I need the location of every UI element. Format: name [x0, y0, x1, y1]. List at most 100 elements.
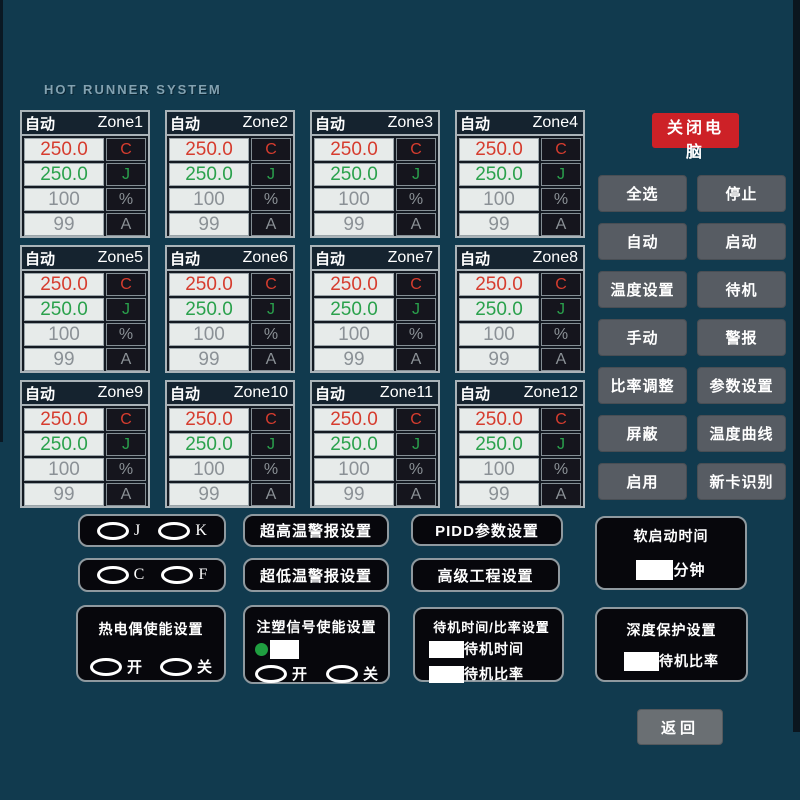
- zone-unit: J: [396, 163, 436, 186]
- back-button[interactable]: 返回: [637, 709, 723, 745]
- pidd-params-button[interactable]: PIDD参数设置: [411, 514, 563, 546]
- enable-button[interactable]: 启用: [598, 463, 687, 500]
- unit-c-label: C: [134, 566, 145, 584]
- injection-input[interactable]: [270, 640, 299, 659]
- zone-mode: 自动: [460, 113, 490, 134]
- zone-unit: %: [251, 323, 291, 346]
- temp-curve-button[interactable]: 温度曲线: [697, 415, 786, 452]
- zone-row: 100%: [169, 323, 291, 346]
- advanced-settings-button[interactable]: 高级工程设置: [411, 558, 560, 592]
- zone-unit: C: [396, 408, 436, 431]
- start-button[interactable]: 启动: [697, 223, 786, 260]
- zone-value: 100: [169, 323, 249, 346]
- zone-panel-zone10[interactable]: 自动Zone10250.0C250.0J100%99A: [165, 380, 295, 508]
- zone-value: 100: [314, 458, 394, 481]
- radio-oval-tc-on[interactable]: [90, 658, 122, 676]
- zone-row: 250.0J: [459, 433, 581, 456]
- depth-standby-ratio-input[interactable]: [624, 652, 659, 671]
- param-settings-button[interactable]: 参数设置: [697, 367, 786, 404]
- temp-unit-panel: C F: [78, 558, 226, 592]
- radio-oval-tc-off[interactable]: [160, 658, 192, 676]
- tc-on-label: 开: [127, 656, 142, 677]
- zone-panel-zone9[interactable]: 自动Zone9250.0C250.0J100%99A: [20, 380, 150, 508]
- zone-unit: J: [541, 298, 581, 321]
- zone-unit: C: [541, 138, 581, 161]
- radio-oval-c[interactable]: [97, 566, 129, 584]
- radio-oval-f[interactable]: [161, 566, 193, 584]
- zone-panel-zone3[interactable]: 自动Zone3250.0C250.0J100%99A: [310, 110, 440, 238]
- temp-settings-button[interactable]: 温度设置: [598, 271, 687, 308]
- zone-row: 250.0J: [314, 433, 436, 456]
- zone-unit: C: [396, 273, 436, 296]
- zone-panel-zone12[interactable]: 自动Zone12250.0C250.0J100%99A: [455, 380, 585, 508]
- zone-row: 100%: [24, 323, 146, 346]
- zone-row: 250.0J: [24, 163, 146, 186]
- zone-name: Zone1: [98, 114, 143, 132]
- zone-row: 99A: [24, 348, 146, 371]
- auto-button[interactable]: 自动: [598, 223, 687, 260]
- zone-value: 250.0: [314, 408, 394, 431]
- zone-row: 250.0J: [24, 433, 146, 456]
- zone-rows: 250.0C250.0J100%99A: [457, 136, 583, 240]
- zone-unit: %: [106, 458, 146, 481]
- zone-panel-zone5[interactable]: 自动Zone5250.0C250.0J100%99A: [20, 245, 150, 373]
- zone-unit: %: [251, 458, 291, 481]
- soft-start-suffix: 分钟: [673, 559, 705, 580]
- zone-mode: 自动: [25, 248, 55, 269]
- zone-unit: A: [541, 483, 581, 506]
- zone-header: 自动Zone6: [167, 247, 293, 271]
- zone-mode: 自动: [315, 383, 345, 404]
- select-all-button[interactable]: 全选: [598, 175, 687, 212]
- radio-oval-inj-on[interactable]: [255, 665, 287, 683]
- manual-button[interactable]: 手动: [598, 319, 687, 356]
- alarm-button[interactable]: 警报: [697, 319, 786, 356]
- new-card-detect-button[interactable]: 新卡识别: [697, 463, 786, 500]
- zone-unit: C: [541, 408, 581, 431]
- radio-oval-inj-off[interactable]: [326, 665, 358, 683]
- control-button-grid: 全选停止自动启动温度设置待机手动警报比率调整参数设置屏蔽温度曲线启用新卡识别: [598, 175, 786, 500]
- zone-value: 250.0: [24, 433, 104, 456]
- standby-ratio-input[interactable]: [429, 666, 464, 683]
- zone-header: 自动Zone2: [167, 112, 293, 136]
- shutdown-computer-button[interactable]: 关闭电脑: [652, 113, 739, 148]
- zone-row: 99A: [169, 348, 291, 371]
- soft-start-input[interactable]: [636, 560, 673, 580]
- zone-value: 99: [24, 348, 104, 371]
- zone-rows: 250.0C250.0J100%99A: [167, 271, 293, 375]
- zone-unit: %: [541, 323, 581, 346]
- radio-oval-k[interactable]: [158, 522, 190, 540]
- radio-oval-j[interactable]: [97, 522, 129, 540]
- zone-panel-zone6[interactable]: 自动Zone6250.0C250.0J100%99A: [165, 245, 295, 373]
- zone-panel-zone2[interactable]: 自动Zone2250.0C250.0J100%99A: [165, 110, 295, 238]
- zone-header: 自动Zone7: [312, 247, 438, 271]
- high-temp-alarm-button[interactable]: 超高温警报设置: [243, 514, 389, 547]
- zone-value: 250.0: [169, 163, 249, 186]
- zone-panel-zone11[interactable]: 自动Zone11250.0C250.0J100%99A: [310, 380, 440, 508]
- shield-button[interactable]: 屏蔽: [598, 415, 687, 452]
- zone-row: 250.0C: [169, 138, 291, 161]
- zone-value: 99: [459, 483, 539, 506]
- zone-panel-zone4[interactable]: 自动 Zone4 250.0C250.0J100%99A: [455, 110, 585, 238]
- standby-time-input[interactable]: [429, 641, 464, 658]
- zone-panel-zone8[interactable]: 自动Zone8250.0C250.0J100%99A: [455, 245, 585, 373]
- ratio-adjust-button[interactable]: 比率调整: [598, 367, 687, 404]
- zone-value: 99: [314, 483, 394, 506]
- zone-row: 99A: [314, 348, 436, 371]
- zone-panel-zone7[interactable]: 自动Zone7250.0C250.0J100%99A: [310, 245, 440, 373]
- zone-unit: A: [106, 213, 146, 236]
- low-temp-alarm-button[interactable]: 超低温警报设置: [243, 558, 389, 592]
- zone-value: 99: [169, 483, 249, 506]
- zone-name: Zone4: [533, 114, 578, 132]
- zone-panel-zone1[interactable]: 自动Zone1250.0C250.0J100%99A: [20, 110, 150, 238]
- stop-button[interactable]: 停止: [697, 175, 786, 212]
- zone-name: Zone10: [234, 384, 288, 402]
- standby-button[interactable]: 待机: [697, 271, 786, 308]
- zone-value: 250.0: [314, 433, 394, 456]
- zone-row: 100%: [459, 323, 581, 346]
- injection-status-indicator: [255, 643, 268, 656]
- zone-mode: 自动: [170, 383, 200, 404]
- zone-unit: C: [106, 273, 146, 296]
- zone-value: 99: [169, 348, 249, 371]
- zone-unit: A: [396, 213, 436, 236]
- zone-value: 100: [459, 458, 539, 481]
